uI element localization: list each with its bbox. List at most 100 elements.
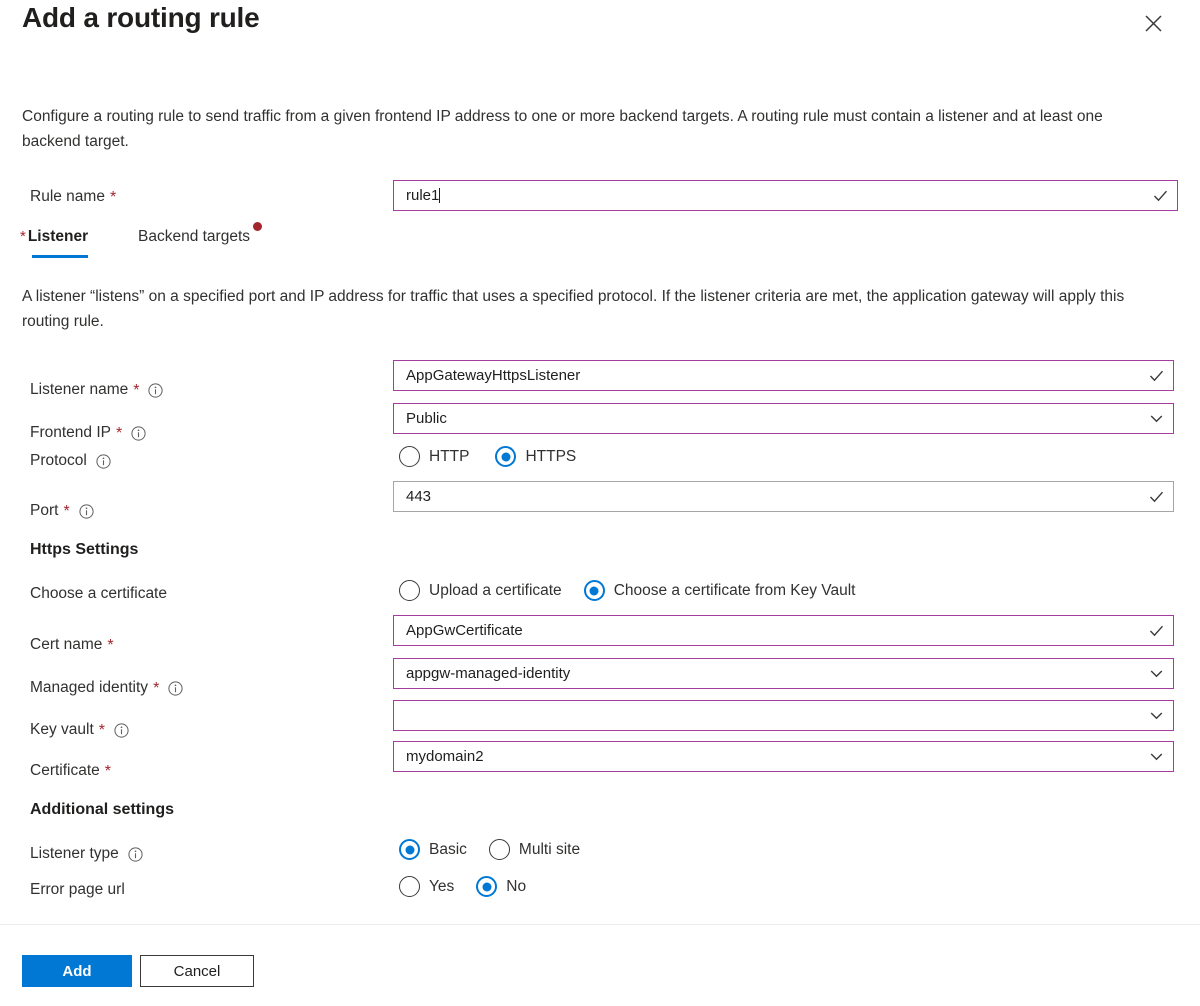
error-page-url-option-no-label: No (506, 878, 526, 896)
listener-type-option-basic-label: Basic (429, 841, 467, 859)
choose-certificate-radio-group: Upload a certificate Choose a certificat… (399, 580, 855, 601)
page-title: Add a routing rule (22, 2, 260, 34)
cert-name-label: Cert name * (30, 636, 114, 654)
port-label: Port * (30, 502, 94, 520)
certificate-label: Certificate * (30, 762, 111, 780)
chevron-down-icon (1148, 748, 1165, 765)
rule-name-label: Rule name * (30, 188, 116, 206)
listener-description: A listener “listens” on a specified port… (22, 284, 1167, 334)
info-icon[interactable] (148, 383, 163, 398)
cert-name-input[interactable]: AppGwCertificate (393, 615, 1174, 646)
port-label-text: Port (30, 502, 58, 520)
tab-listener-label: Listener (28, 228, 88, 245)
validation-dot-icon (253, 222, 262, 231)
radio-icon (399, 446, 420, 467)
protocol-label-text: Protocol (30, 452, 87, 470)
error-page-url-option-no[interactable]: No (476, 876, 526, 897)
listener-name-value: AppGatewayHttpsListener (406, 368, 1142, 383)
checkmark-icon (1148, 367, 1165, 384)
checkmark-icon (1148, 622, 1165, 639)
certificate-value: mydomain2 (406, 749, 1142, 764)
protocol-option-https-label: HTTPS (525, 448, 576, 466)
footer-divider (0, 924, 1200, 925)
tab-active-underline (32, 255, 88, 258)
info-icon[interactable] (96, 454, 111, 469)
checkmark-icon (1148, 488, 1165, 505)
certificate-option-upload[interactable]: Upload a certificate (399, 580, 562, 601)
protocol-option-https[interactable]: HTTPS (495, 446, 576, 467)
error-page-url-option-yes-label: Yes (429, 878, 454, 896)
protocol-option-http[interactable]: HTTP (399, 446, 469, 467)
close-icon[interactable] (1136, 6, 1170, 40)
port-value: 443 (406, 489, 1142, 504)
listener-name-input[interactable]: AppGatewayHttpsListener (393, 360, 1174, 391)
key-vault-label-text: Key vault (30, 721, 94, 739)
required-asterisk: * (110, 190, 116, 206)
choose-certificate-label: Choose a certificate (30, 585, 167, 603)
managed-identity-dropdown[interactable]: appgw-managed-identity (393, 658, 1174, 689)
certificate-option-key-vault-label: Choose a certificate from Key Vault (614, 582, 856, 600)
rule-name-label-text: Rule name (30, 188, 105, 206)
listener-type-radio-group: Basic Multi site (399, 839, 580, 860)
additional-settings-heading: Additional settings (30, 801, 174, 819)
cert-name-value: AppGwCertificate (406, 623, 1142, 638)
radio-icon (399, 839, 420, 860)
listener-name-label-text: Listener name (30, 381, 128, 399)
required-asterisk: * (63, 504, 69, 520)
radio-icon (399, 876, 420, 897)
protocol-label: Protocol (30, 452, 111, 470)
frontend-ip-dropdown[interactable]: Public (393, 403, 1174, 434)
required-asterisk: * (133, 383, 139, 399)
tab-backend-targets-label: Backend targets (138, 228, 250, 245)
managed-identity-value: appgw-managed-identity (406, 666, 1142, 681)
frontend-ip-label: Frontend IP * (30, 424, 146, 442)
certificate-option-upload-label: Upload a certificate (429, 582, 562, 600)
info-icon[interactable] (131, 426, 146, 441)
info-icon[interactable] (79, 504, 94, 519)
listener-type-label: Listener type (30, 845, 143, 863)
managed-identity-label-text: Managed identity (30, 679, 148, 697)
required-asterisk: * (99, 723, 105, 739)
tab-backend-targets[interactable]: Backend targets (138, 228, 250, 254)
listener-name-label: Listener name * (30, 381, 163, 399)
port-input[interactable]: 443 (393, 481, 1174, 512)
error-page-url-label: Error page url (30, 881, 125, 899)
tab-listener[interactable]: *Listener (20, 228, 88, 254)
cert-name-label-text: Cert name (30, 636, 102, 654)
frontend-ip-value: Public (406, 411, 1142, 426)
radio-icon (476, 876, 497, 897)
radio-icon (489, 839, 510, 860)
tab-listener-star: * (20, 228, 26, 245)
checkmark-icon (1152, 187, 1169, 204)
https-settings-heading: Https Settings (30, 541, 138, 559)
listener-type-option-multi-site[interactable]: Multi site (489, 839, 580, 860)
protocol-option-http-label: HTTP (429, 448, 469, 466)
certificate-option-key-vault[interactable]: Choose a certificate from Key Vault (584, 580, 856, 601)
managed-identity-label: Managed identity * (30, 679, 183, 697)
rule-name-input[interactable]: rule1 (393, 180, 1178, 211)
frontend-ip-label-text: Frontend IP (30, 424, 111, 442)
info-icon[interactable] (168, 681, 183, 696)
required-asterisk: * (105, 764, 111, 780)
error-page-url-option-yes[interactable]: Yes (399, 876, 454, 897)
info-icon[interactable] (114, 723, 129, 738)
required-asterisk: * (116, 426, 122, 442)
key-vault-label: Key vault * (30, 721, 129, 739)
radio-icon (495, 446, 516, 467)
add-button[interactable]: Add (22, 955, 132, 987)
certificate-dropdown[interactable]: mydomain2 (393, 741, 1174, 772)
chevron-down-icon (1148, 665, 1165, 682)
key-vault-dropdown[interactable] (393, 700, 1174, 731)
info-icon[interactable] (128, 847, 143, 862)
protocol-radio-group: HTTP HTTPS (399, 446, 576, 467)
listener-type-option-multi-site-label: Multi site (519, 841, 580, 859)
listener-type-option-basic[interactable]: Basic (399, 839, 467, 860)
error-page-url-radio-group: Yes No (399, 876, 526, 897)
chevron-down-icon (1148, 707, 1165, 724)
chevron-down-icon (1148, 410, 1165, 427)
choose-certificate-label-text: Choose a certificate (30, 585, 167, 603)
cancel-button[interactable]: Cancel (140, 955, 254, 987)
listener-type-label-text: Listener type (30, 845, 119, 863)
required-asterisk: * (107, 638, 113, 654)
error-page-url-label-text: Error page url (30, 881, 125, 899)
